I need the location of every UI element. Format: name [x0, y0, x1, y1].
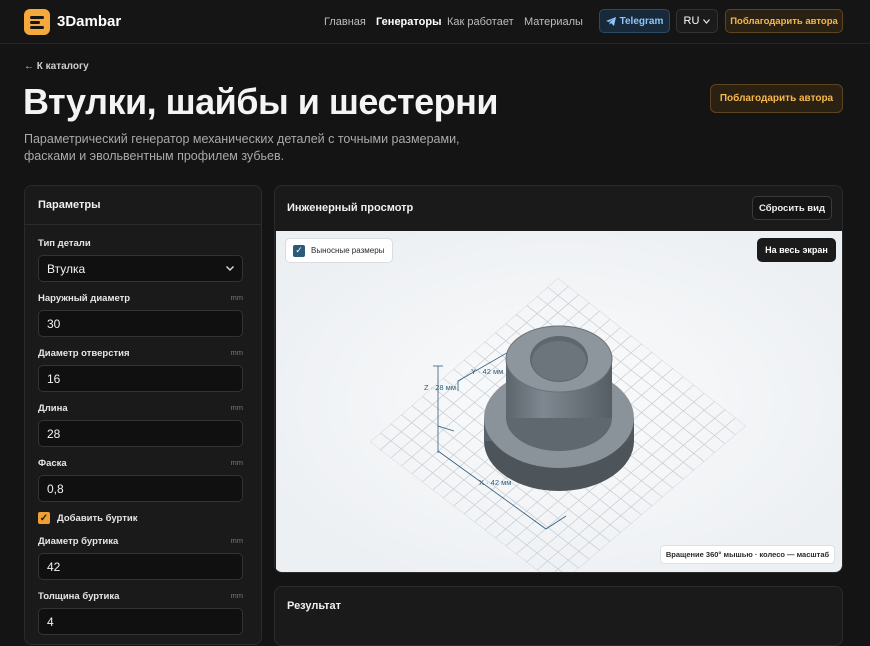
outer-diameter-value: 30: [47, 316, 61, 331]
part-type-field: Тип детали Втулка: [38, 238, 243, 282]
unit-label: mm: [230, 536, 244, 545]
collar-diameter-field: Диаметр буртика mm 42: [38, 536, 243, 580]
back-to-catalog-link[interactable]: ← К каталогу: [24, 61, 89, 72]
part-type-value: Втулка: [47, 261, 86, 276]
collar-diameter-label: Диаметр буртика: [38, 536, 119, 547]
3d-viewport[interactable]: Z · 28 мм Y · 42 мм X · 42 мм ✓ Выносные…: [276, 231, 842, 572]
chamfer-field: Фаска mm 0,8: [38, 458, 243, 502]
unit-label: mm: [230, 293, 244, 302]
outer-diameter-label: Наружный диаметр: [38, 293, 131, 304]
nav-how-it-works[interactable]: Как работает: [447, 16, 514, 28]
page-subtitle: Параметрический генератор механических д…: [24, 132, 460, 163]
outer-diameter-input[interactable]: 30: [38, 310, 243, 337]
bore-diameter-input[interactable]: 16: [38, 365, 243, 392]
unit-label: mm: [230, 403, 244, 412]
collar-thickness-field: Толщина буртика mm 4: [38, 591, 243, 635]
collar-thickness-value: 4: [47, 614, 54, 629]
nav-home[interactable]: Главная: [324, 16, 366, 28]
collar-diameter-value: 42: [47, 559, 61, 574]
collar-thickness-label: Толщина буртика: [38, 591, 120, 602]
telegram-button[interactable]: Telegram: [599, 9, 670, 33]
bore-diameter-value: 16: [47, 371, 61, 386]
collar-diameter-input[interactable]: 42: [38, 553, 243, 580]
length-field: Длина mm 28: [38, 403, 243, 447]
nav-materials[interactable]: Материалы: [524, 16, 583, 28]
bore-diameter-label: Диаметр отверстия: [38, 348, 130, 359]
length-label: Длина: [38, 403, 68, 414]
reset-view-button[interactable]: Сбросить вид: [752, 196, 832, 220]
chevron-down-icon: [226, 266, 234, 271]
dimension-z-label: Z · 28 мм: [424, 383, 456, 392]
parameters-title: Параметры: [25, 186, 261, 225]
top-header: 3Dambar Главная Генераторы Как работает …: [0, 0, 870, 44]
controls-hint: Вращение 360° мышью · колесо — масштаб: [660, 545, 835, 564]
parameters-panel: Параметры Тип детали Втулка Наружный диа…: [24, 185, 262, 645]
unit-label: mm: [230, 591, 244, 600]
unit-label: mm: [230, 458, 244, 467]
bore-diameter-field: Диаметр отверстия mm 16: [38, 348, 243, 392]
collar-thickness-input[interactable]: 4: [38, 608, 243, 635]
thank-author-button[interactable]: Поблагодарить автора: [710, 84, 843, 113]
fullscreen-button[interactable]: На весь экран: [757, 238, 836, 262]
chamfer-label: Фаска: [38, 458, 67, 469]
part-type-select[interactable]: Втулка: [38, 255, 243, 282]
result-title: Результат: [287, 600, 342, 612]
part-3d-render: Z · 28 мм Y · 42 мм X · 42 мм: [370, 278, 746, 572]
page-title: Втулки, шайбы и шестерни: [23, 81, 498, 122]
chamfer-input[interactable]: 0,8: [38, 475, 243, 502]
engineering-view-panel: Инженерный просмотр Сбросить вид Z · 28 …: [274, 185, 843, 573]
add-collar-label: Добавить буртик: [57, 512, 138, 524]
chamfer-value: 0,8: [47, 481, 64, 496]
outer-diameter-field: Наружный диаметр mm 30: [38, 293, 243, 337]
bore-inner: [532, 341, 586, 381]
unit-label: mm: [230, 348, 244, 357]
language-value: RU: [683, 15, 700, 27]
nav-generators[interactable]: Генераторы: [376, 16, 441, 28]
language-select[interactable]: RU: [676, 9, 718, 33]
dimension-y-label: Y · 42 мм: [471, 367, 503, 376]
dimensions-toggle-label: Выносные размеры: [311, 246, 385, 255]
checkmark-icon: ✓: [38, 512, 50, 524]
checkmark-icon: ✓: [293, 244, 305, 257]
chevron-down-icon: [703, 18, 711, 24]
thank-author-header-button[interactable]: Поблагодарить автора: [725, 9, 843, 33]
telegram-label: Telegram: [619, 15, 664, 27]
part-type-label: Тип детали: [38, 238, 91, 249]
logo-icon[interactable]: [24, 9, 50, 35]
add-collar-checkbox[interactable]: ✓ Добавить буртик: [38, 512, 137, 524]
telegram-icon: [605, 16, 616, 26]
result-panel: Результат: [274, 586, 843, 646]
brand-name[interactable]: 3Dambar: [57, 13, 121, 30]
dimensions-toggle[interactable]: ✓ Выносные размеры: [285, 238, 393, 263]
dimension-x-label: X · 42 мм: [479, 478, 511, 487]
length-input[interactable]: 28: [38, 420, 243, 447]
length-value: 28: [47, 426, 61, 441]
